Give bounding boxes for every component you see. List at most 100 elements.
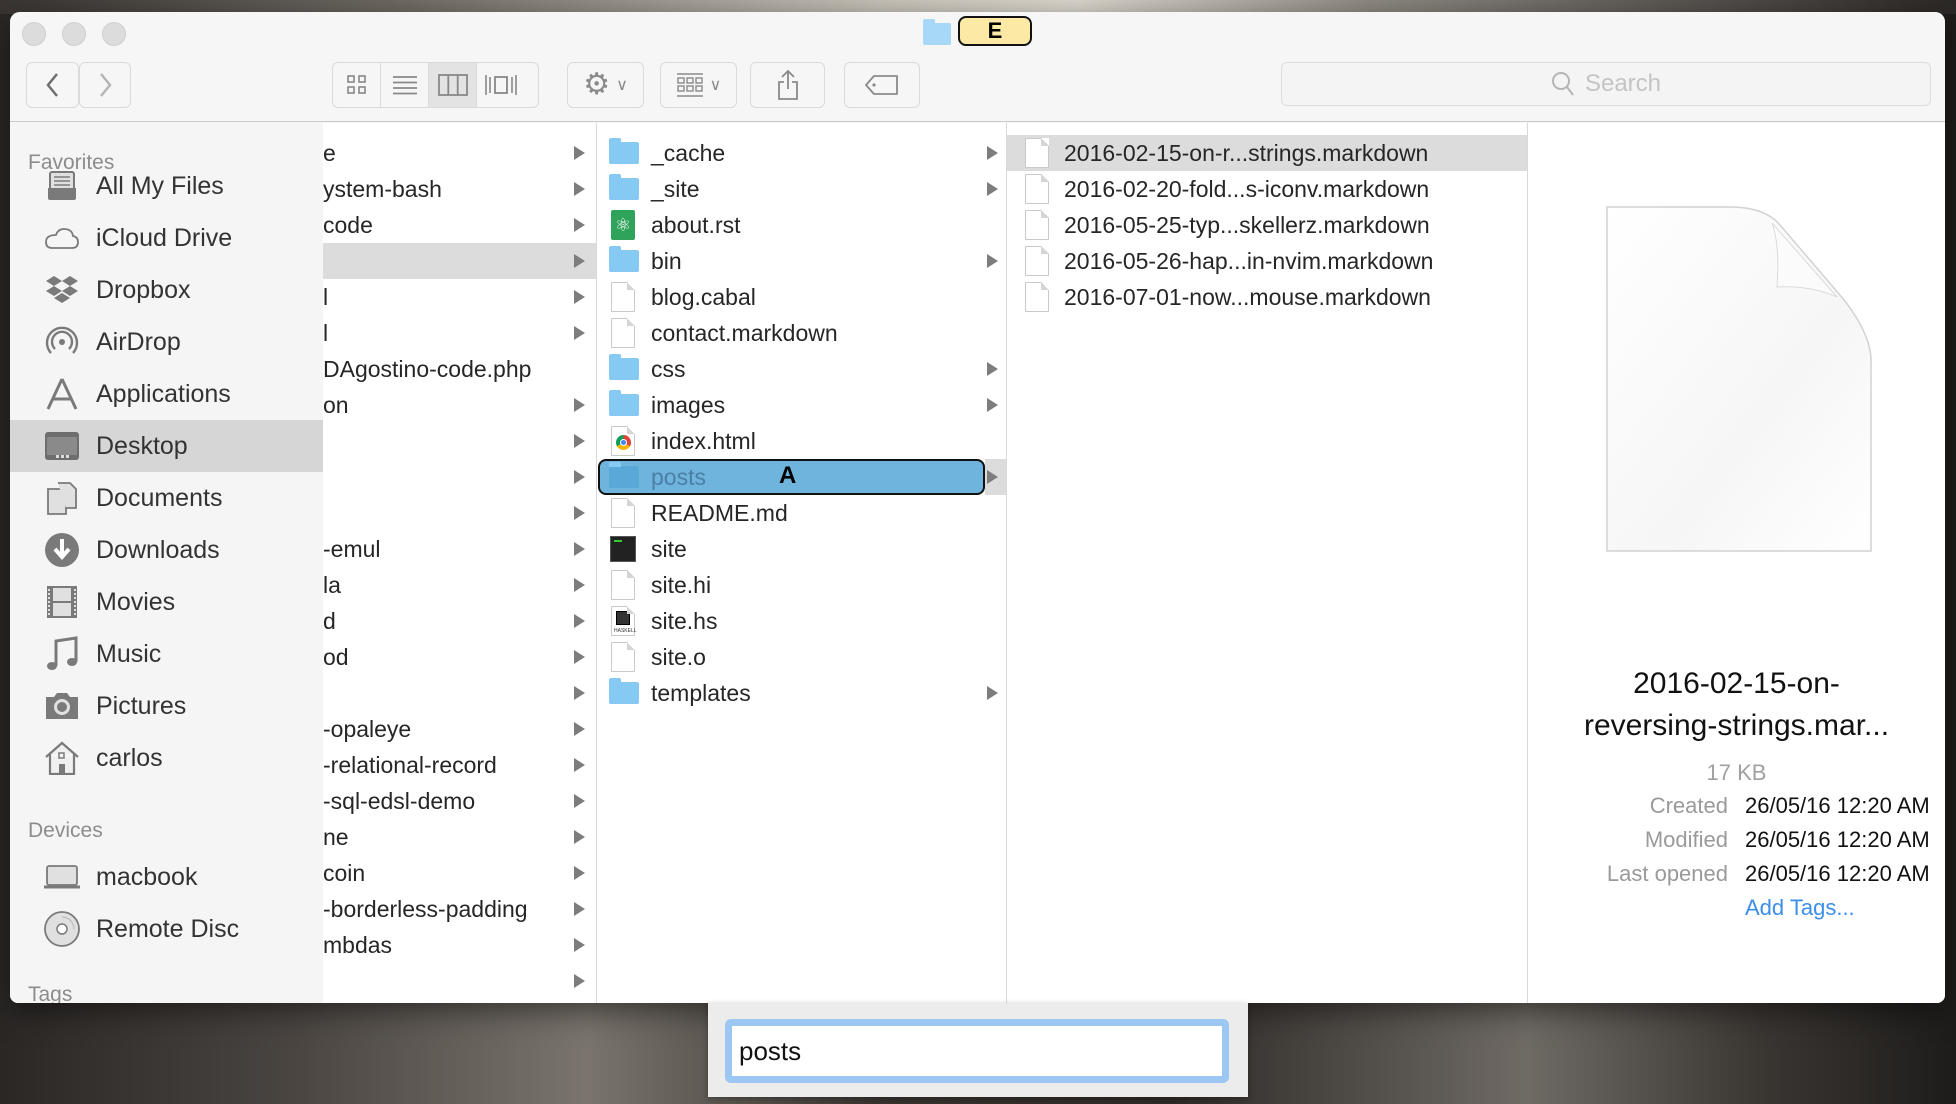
last-opened-label: Last opened [1606, 861, 1728, 886]
list-item-contact-markdown[interactable]: contact.markdown [597, 315, 1006, 351]
sidebar-item-label: Applications [96, 379, 231, 408]
list-item[interactable]: -emul [323, 531, 596, 567]
camera-icon [44, 688, 80, 724]
list-item-css[interactable]: css [597, 351, 1006, 387]
sidebar-item-applications[interactable]: Applications [10, 368, 323, 420]
hint-badge-e[interactable]: E [958, 16, 1032, 46]
folder-icon [609, 354, 639, 380]
list-item-post[interactable]: 2016-05-26-hap...in-nvim.markdown [1007, 243, 1527, 279]
item-name: bin [651, 247, 682, 274]
item-name: DAgostino-code.php [323, 355, 532, 382]
item-name: _site [651, 175, 700, 202]
item-name: site [651, 535, 687, 562]
list-item[interactable]: ne [323, 819, 596, 855]
list-item-about-rst[interactable]: ⚛ about.rst [597, 207, 1006, 243]
sidebar-header-devices: Devices [28, 819, 103, 842]
sidebar-item-desktop[interactable]: Desktop [10, 420, 323, 472]
list-item-post[interactable]: 2016-07-01-now...mouse.markdown [1007, 279, 1527, 315]
rename-input[interactable] [725, 1019, 1229, 1083]
gear-icon: ⚙ [583, 68, 611, 101]
sidebar-item-dropbox[interactable]: Dropbox [10, 264, 323, 316]
icon-view-button[interactable] [333, 63, 381, 107]
forward-button[interactable] [79, 62, 131, 108]
list-item-site-o[interactable]: site.o [597, 639, 1006, 675]
list-item-posts[interactable]: posts A [597, 459, 1006, 495]
close-button[interactable] [22, 22, 46, 46]
action-menu-button[interactable]: ⚙ ∨ [567, 62, 644, 108]
cover-flow-button[interactable] [477, 63, 525, 107]
list-item--cache[interactable]: _cache [597, 135, 1006, 171]
share-button[interactable] [750, 62, 825, 108]
list-item[interactable]: e [323, 135, 596, 171]
search-icon [1551, 72, 1574, 96]
list-item[interactable]: on [323, 387, 596, 423]
column-parent[interactable]: e ystem-bash code l l DAgostino-code.php on -em… [323, 123, 597, 1003]
list-item-site[interactable]: site [597, 531, 1006, 567]
list-item[interactable]: -opaleye [323, 711, 596, 747]
list-item[interactable] [323, 963, 596, 999]
list-item[interactable] [323, 675, 596, 711]
list-item[interactable]: -sql-edsl-demo [323, 783, 596, 819]
list-item-blog-cabal[interactable]: blog.cabal [597, 279, 1006, 315]
sidebar-item-pictures[interactable]: Pictures [10, 680, 323, 732]
sidebar-item-movies[interactable]: Movies [10, 576, 323, 628]
list-item-site-hi[interactable]: site.hi [597, 567, 1006, 603]
list-item-post[interactable]: 2016-02-20-fold...s-iconv.markdown [1007, 171, 1527, 207]
titlebar: posts E ⚙ ∨ [10, 12, 1945, 122]
list-item--site[interactable]: _site [597, 171, 1006, 207]
zoom-button[interactable] [102, 22, 126, 46]
list-item-readme-md[interactable]: README.md [597, 495, 1006, 531]
sidebar-item-carlos[interactable]: carlos [10, 732, 323, 784]
column-posts[interactable]: 2016-02-15-on-r...strings.markdown 2016-0… [1007, 123, 1528, 1003]
list-item[interactable] [323, 243, 596, 279]
list-item[interactable]: ystem-bash [323, 171, 596, 207]
list-item[interactable]: l [323, 315, 596, 351]
sidebar-item-documents[interactable]: Documents [10, 472, 323, 524]
sidebar-item-downloads[interactable]: Downloads [10, 524, 323, 576]
list-item[interactable]: od [323, 639, 596, 675]
minimize-button[interactable] [62, 22, 86, 46]
list-item[interactable]: d [323, 603, 596, 639]
list-item[interactable]: -borderless-padding [323, 891, 596, 927]
column-site[interactable]: _cache _site ⚛ about.rst bin blog.cabal contac… [597, 123, 1007, 1003]
list-item[interactable]: -relational-record [323, 747, 596, 783]
modified-value: 26/05/16 12:20 AM [1745, 827, 1930, 852]
list-item-bin[interactable]: bin [597, 243, 1006, 279]
sidebar-item-all-my-files[interactable]: All My Files [10, 160, 323, 212]
search-field[interactable]: Search [1281, 62, 1931, 106]
list-item[interactable]: code [323, 207, 596, 243]
list-item[interactable]: -query [323, 999, 596, 1003]
column-view-button[interactable] [429, 63, 477, 107]
list-item[interactable] [323, 459, 596, 495]
list-item-index-html[interactable]: index.html [597, 423, 1006, 459]
add-tags-link[interactable]: Add Tags... [1745, 895, 1855, 921]
list-item[interactable] [323, 495, 596, 531]
hint-label-a[interactable]: A [779, 462, 796, 490]
list-item-images[interactable]: images [597, 387, 1006, 423]
list-item[interactable]: la [323, 567, 596, 603]
list-item[interactable]: DAgostino-code.php [323, 351, 596, 387]
sidebar-item-airdrop[interactable]: AirDrop [10, 316, 323, 368]
list-item-post[interactable]: 2016-05-25-typ...skellerz.markdown [1007, 207, 1527, 243]
item-name: 2016-05-25-typ...skellerz.markdown [1064, 211, 1430, 238]
documents-icon [44, 480, 80, 516]
list-item-post[interactable]: 2016-02-15-on-r...strings.markdown [1007, 135, 1527, 171]
preview-pane: 2016-02-15-on- reversing-strings.mar... … [1528, 123, 1945, 1003]
search-placeholder: Search [1584, 70, 1662, 97]
list-item[interactable]: mbdas [323, 927, 596, 963]
sidebar-item-icloud-drive[interactable]: iCloud Drive [10, 212, 323, 264]
cover-flow-icon [485, 75, 517, 95]
arrange-menu-button[interactable]: ∨ [660, 62, 737, 108]
item-name: e [323, 139, 336, 166]
sidebar-item-macbook[interactable]: macbook [10, 851, 323, 903]
list-item[interactable]: l [323, 279, 596, 315]
back-button[interactable] [26, 62, 79, 108]
list-item-site-hs[interactable]: HASKELL site.hs [597, 603, 1006, 639]
list-view-button[interactable] [381, 63, 429, 107]
sidebar-item-remote-disc[interactable]: Remote Disc [10, 903, 323, 955]
list-item-templates[interactable]: templates [597, 675, 1006, 711]
sidebar-item-music[interactable]: Music [10, 628, 323, 680]
tags-button[interactable] [844, 62, 920, 108]
list-item[interactable]: coin [323, 855, 596, 891]
list-item[interactable] [323, 423, 596, 459]
